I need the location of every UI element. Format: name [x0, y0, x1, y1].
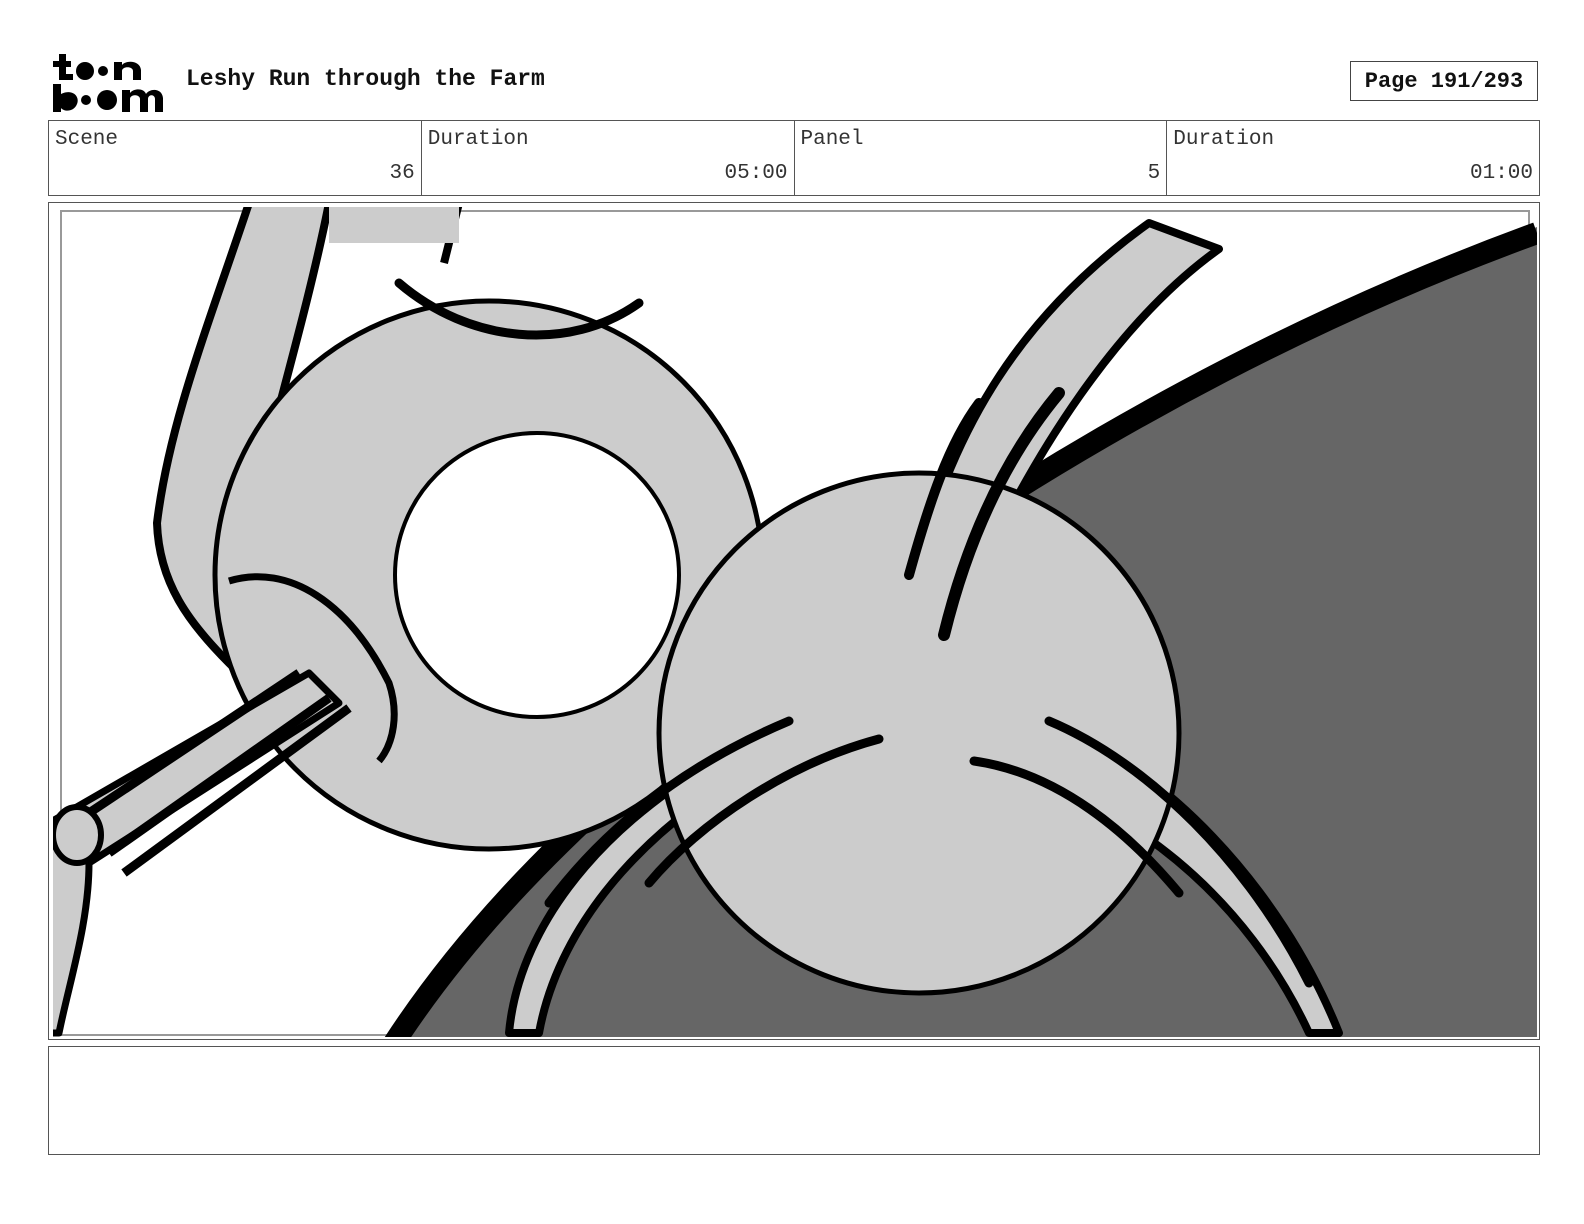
- panel-label: Panel: [800, 128, 864, 151]
- scene-duration-value: 05:00: [724, 162, 788, 185]
- scene-duration-label: Duration: [427, 128, 529, 151]
- scene-cell: Scene 36: [49, 121, 422, 195]
- left-eye-socket: [393, 431, 681, 719]
- panel-duration-cell: Duration 01:00: [1167, 121, 1539, 195]
- panel-info-row: Scene 36 Duration 05:00 Panel 5 Duration…: [48, 120, 1540, 196]
- panel-duration-value: 01:00: [1469, 162, 1533, 185]
- panel-value: 5: [1147, 162, 1161, 185]
- scene-label: Scene: [55, 128, 119, 151]
- storyboard-panel: [48, 202, 1540, 1040]
- panel-cell: Panel 5: [795, 121, 1168, 195]
- scene-duration-cell: Duration 05:00: [422, 121, 795, 195]
- storyboard-title: Leshy Run through the Farm: [186, 66, 545, 92]
- page-indicator: Page 191/293: [1350, 61, 1538, 101]
- scene-value: 36: [389, 162, 415, 185]
- toon-boom-logo: [53, 54, 163, 112]
- panel-duration-label: Duration: [1173, 128, 1275, 151]
- panel-notes-box: [48, 1046, 1540, 1155]
- panel-drawing: [53, 207, 1537, 1037]
